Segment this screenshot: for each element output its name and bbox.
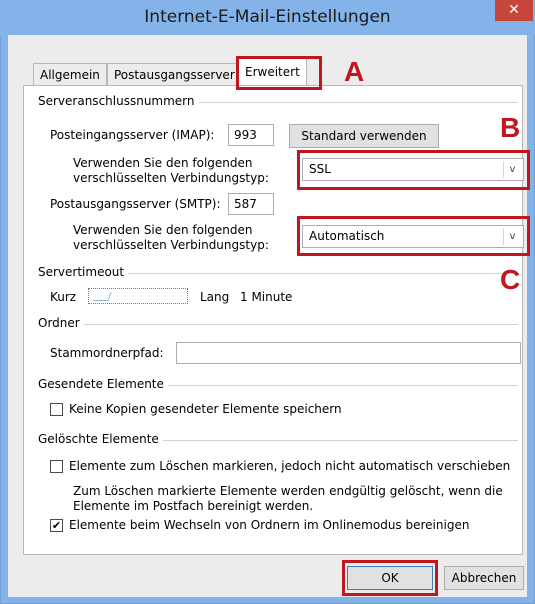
purge-checkbox[interactable]: ✔: [50, 519, 63, 532]
timeout-long-label: Lang: [200, 290, 230, 304]
mark-for-deletion-checkbox[interactable]: [50, 460, 63, 473]
imap-port-label: Posteingangsserver (IMAP):: [50, 128, 215, 142]
folders-group-label: Ordner: [38, 316, 84, 330]
server-ports-group-label: Serveranschlussnummern: [38, 94, 199, 108]
timeout-slider[interactable]: [88, 288, 188, 304]
title-bar: Internet-E-Mail-Einstellungen ✕: [0, 0, 535, 35]
annotation-label-b: B: [500, 112, 521, 143]
timeout-value: 1 Minute: [240, 290, 293, 304]
purge-label[interactable]: Elemente beim Wechseln von Ordnern im On…: [69, 518, 469, 532]
annotation-highlight-smtp-encryption: [297, 216, 530, 256]
imap-encryption-label-line1: Verwenden Sie den folgenden: [73, 156, 253, 170]
smtp-port-field[interactable]: 587: [228, 193, 274, 215]
cancel-button[interactable]: Abbrechen: [444, 566, 524, 590]
sent-items-group-label: Gesendete Elemente: [38, 377, 168, 391]
annotation-label-a: A: [344, 56, 365, 87]
close-button[interactable]: ✕: [495, 0, 533, 21]
close-icon: ✕: [508, 2, 520, 18]
deletion-note-line1: Zum Löschen markierte Elemente werden en…: [73, 484, 503, 498]
smtp-encryption-label-line2: verschlüsselten Verbindungstyp:: [73, 238, 269, 252]
root-folder-label: Stammordnerpfad:: [50, 346, 164, 360]
mark-for-deletion-label[interactable]: Elemente zum Löschen markieren, jedoch n…: [69, 459, 510, 473]
checkmark-icon: ✔: [51, 519, 62, 532]
imap-port-field[interactable]: 993: [228, 124, 274, 146]
root-folder-field[interactable]: [176, 342, 521, 364]
use-default-button[interactable]: Standard verwenden: [289, 124, 439, 148]
imap-encryption-label-line2: verschlüsselten Verbindungstyp:: [73, 171, 269, 185]
no-copies-label[interactable]: Keine Kopien gesendeter Elemente speiche…: [69, 402, 342, 416]
annotation-highlight-imap-encryption: [297, 150, 530, 190]
annotation-highlight-tab: [236, 56, 322, 90]
timeout-group-label: Servertimeout: [38, 265, 129, 279]
annotation-highlight-ok: [342, 560, 438, 596]
window-title: Internet-E-Mail-Einstellungen: [144, 7, 391, 27]
slider-thumb[interactable]: [93, 292, 112, 301]
group-divider: [40, 324, 518, 325]
deletion-note-line2: Elemente im Postfach bereinigt werden.: [73, 499, 314, 513]
smtp-port-label: Postausgangsserver (SMTP):: [50, 197, 221, 211]
tab-outgoing-server[interactable]: Postausgangsserver: [107, 63, 242, 85]
tab-general[interactable]: Allgemein: [33, 63, 107, 85]
annotation-label-c: C: [500, 264, 521, 295]
smtp-encryption-label-line1: Verwenden Sie den folgenden: [73, 223, 253, 237]
timeout-short-label: Kurz: [50, 290, 77, 304]
no-copies-checkbox[interactable]: [50, 403, 63, 416]
deleted-items-group-label: Gelöschte Elemente: [38, 432, 163, 446]
